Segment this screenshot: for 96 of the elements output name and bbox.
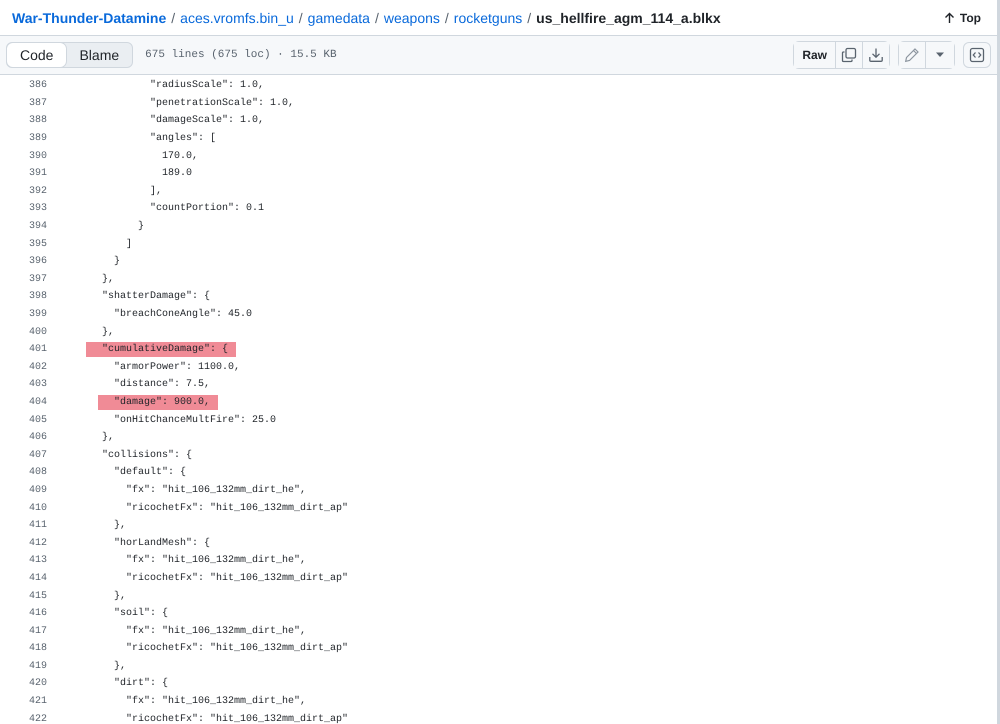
line-number: 394: [28, 221, 47, 232]
breadcrumb-separator: /: [171, 10, 176, 26]
code-line: "onHitChanceMultFire": 25.0: [114, 414, 276, 427]
code-line: "fx": "hit_106_132mm_dirt_he",: [126, 624, 306, 638]
line-number: 395: [28, 238, 47, 250]
breadcrumb-link[interactable]: weapons: [384, 10, 440, 26]
view-tab[interactable]: Code: [7, 43, 66, 67]
code-panel-icon: [969, 47, 985, 63]
code-line: "ricochetFx": "hit_106_132mm_dirt_ap": [126, 712, 348, 724]
line-number: 390: [28, 150, 47, 162]
code-line: },: [114, 590, 126, 603]
breadcrumb-link[interactable]: aces.vromfs.bin_u: [180, 10, 294, 26]
line-number: 405: [28, 414, 47, 426]
code-line: }: [114, 255, 120, 268]
code-line: "angles": [: [150, 132, 216, 146]
code-line: },: [102, 326, 114, 339]
line-number: 419: [28, 660, 47, 672]
breadcrumb-link[interactable]: gamedata: [308, 10, 370, 26]
caret-icon: [935, 52, 945, 58]
line-number: 411: [28, 520, 47, 532]
code-line: 170.0,: [162, 150, 198, 163]
line-number: 406: [28, 432, 47, 444]
line-number: 408: [28, 467, 47, 478]
line-number: 391: [28, 168, 47, 180]
line-number: 418: [28, 643, 47, 654]
file-name: us_hellfire_agm_114_a.blkx: [536, 10, 721, 26]
line-number: 386: [28, 80, 47, 92]
line-number: 401: [28, 344, 47, 356]
code-line: 189.0: [162, 167, 192, 180]
code-line: },: [114, 519, 126, 532]
download-icon: [868, 47, 884, 63]
breadcrumb-separator: /: [374, 10, 379, 26]
code-line: "penetrationScale": 1.0,: [150, 96, 294, 110]
line-number: 403: [28, 379, 47, 390]
breadcrumb-link[interactable]: rocketguns: [454, 10, 522, 26]
line-number: 412: [28, 538, 47, 549]
copy-icon: [841, 47, 857, 63]
line-number: 422: [28, 714, 47, 724]
raw-button[interactable]: Raw: [794, 42, 836, 68]
line-number: 410: [28, 502, 47, 514]
code-line: ]: [126, 238, 132, 251]
code-line: "damageScale": 1.0,: [150, 114, 264, 128]
code-line: "ricochetFx": "hit_106_132mm_dirt_ap": [126, 642, 348, 656]
line-number: 404: [28, 396, 47, 408]
top-button[interactable]: Top: [940, 8, 985, 28]
code-line: "countPortion": 0.1: [150, 202, 264, 216]
view-tab[interactable]: Blame: [66, 43, 132, 67]
line-number: 393: [28, 203, 47, 214]
code-line: "dirt": {: [114, 677, 168, 690]
file-info: 675 lines (675 loc) · 15.5 KB: [145, 49, 337, 61]
line-number: 389: [28, 133, 47, 144]
edit-button[interactable]: [899, 42, 926, 68]
arrow-up-icon: [944, 12, 955, 24]
code-line: "distance": 7.5,: [114, 378, 210, 392]
code-line: "ricochetFx": "hit_106_132mm_dirt_ap": [126, 502, 348, 515]
line-number: 407: [28, 450, 47, 461]
line-number: 417: [28, 626, 47, 637]
line-number: 398: [28, 291, 47, 302]
code-line: },: [102, 431, 114, 444]
code-line: "collisions": {: [102, 448, 192, 462]
line-number: 392: [28, 186, 47, 197]
line-number: 402: [28, 362, 47, 373]
breadcrumb-separator: /: [527, 10, 532, 26]
line-number: 409: [28, 484, 47, 496]
code-line: },: [114, 660, 126, 673]
line-number: 387: [28, 98, 47, 109]
line-number: 413: [28, 555, 47, 566]
line-number: 415: [28, 590, 47, 602]
line-number: 399: [28, 309, 47, 320]
code-line: "fx": "hit_106_132mm_dirt_he",: [126, 695, 306, 708]
line-number: 416: [28, 608, 47, 620]
code-line: ],: [150, 184, 162, 198]
breadcrumb-separator: /: [444, 10, 449, 26]
code-line: }: [138, 220, 144, 234]
code-line: "armorPower": 1100.0,: [114, 360, 240, 374]
code-line: "shatterDamage": {: [102, 290, 210, 304]
line-number: 421: [28, 696, 47, 708]
code-line: "default": {: [114, 466, 186, 480]
breadcrumb-separator: /: [298, 10, 303, 26]
pencil-icon: [904, 47, 920, 63]
line-number: 388: [28, 115, 47, 126]
code-line: "radiusScale": 1.0,: [150, 79, 264, 92]
breadcrumb-link[interactable]: War-Thunder-Datamine: [12, 10, 166, 26]
line-number: 414: [28, 572, 47, 584]
line-number: 420: [28, 678, 47, 690]
code-line: "fx": "hit_106_132mm_dirt_he",: [126, 484, 306, 497]
code-line: "ricochetFx": "hit_106_132mm_dirt_ap": [126, 572, 348, 585]
code-line: "soil": {: [114, 607, 168, 620]
line-number: 396: [28, 256, 47, 268]
line-number: 400: [28, 326, 47, 338]
line-number: 397: [28, 274, 47, 285]
code-line: "horLandMesh": {: [114, 536, 210, 550]
code-line: },: [102, 272, 114, 286]
code-line: "fx": "hit_106_132mm_dirt_he",: [126, 554, 306, 568]
symbols-button[interactable]: [963, 42, 991, 68]
code-line: "breachConeAngle": 45.0: [114, 308, 252, 322]
